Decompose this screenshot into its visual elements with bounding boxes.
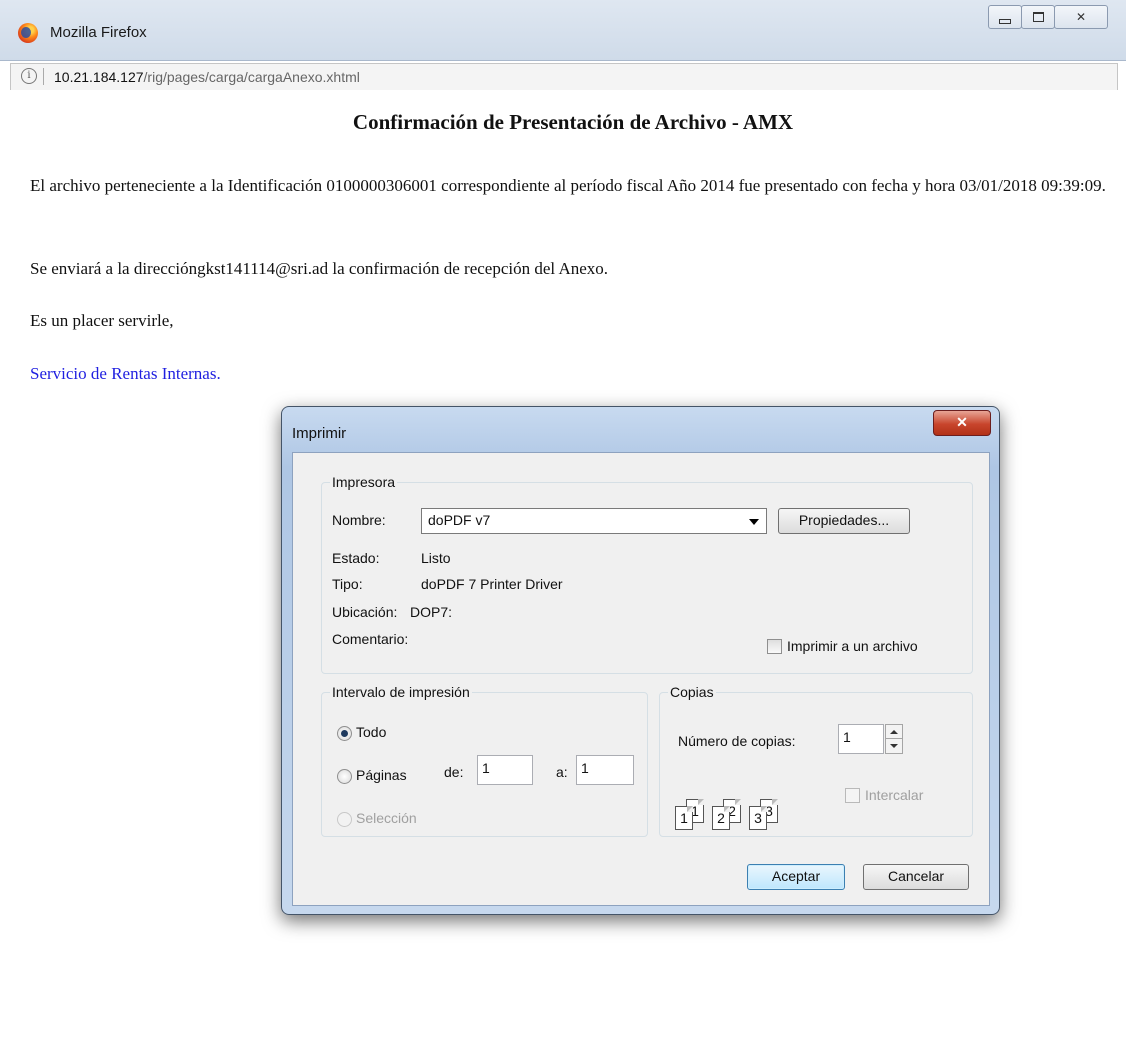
window-controls: ✕ [988, 5, 1108, 31]
collate-page-icon: 1 [675, 806, 693, 830]
location-label: Ubicación: [332, 604, 398, 620]
print-to-file-checkbox[interactable] [767, 639, 782, 654]
status-value: Listo [421, 550, 451, 566]
print-range-group-label: Intervalo de impresión [330, 684, 472, 700]
selection-radio[interactable] [337, 812, 352, 827]
url-host: 10.21.184.127 [54, 69, 144, 85]
ok-button[interactable]: Aceptar [747, 864, 845, 890]
dialog-title: Imprimir [292, 425, 347, 442]
minimize-button[interactable] [988, 5, 1022, 29]
close-window-button[interactable]: ✕ [1054, 5, 1108, 29]
print-dialog: Imprimir ✕ Impresora Nombre: doPDF v7 Pr… [281, 406, 1000, 915]
firefox-window: Mozilla Firefox ✕ i 10.21.184.127/rig/pa… [0, 0, 1126, 1057]
from-label: de: [444, 764, 464, 780]
selection-label: Selección [356, 810, 417, 826]
status-label: Estado: [332, 550, 380, 566]
chevron-down-icon [749, 519, 759, 525]
copies-count-input[interactable]: 1 [838, 724, 884, 754]
pages-radio[interactable] [337, 769, 352, 784]
address-separator [43, 68, 44, 85]
printer-name-label: Nombre: [332, 512, 386, 528]
firefox-logo-icon [18, 23, 38, 43]
signature-text: Servicio de Rentas Internas. [30, 364, 221, 383]
copies-group-label: Copias [668, 684, 716, 700]
spin-divider [886, 738, 902, 739]
from-page-input[interactable]: 1 [477, 755, 533, 785]
location-value: DOP7: [410, 604, 453, 620]
collate-checkbox[interactable] [845, 788, 860, 803]
collate-pages-icon: 1 1 2 2 3 3 [675, 799, 825, 856]
printer-select-value: doPDF v7 [428, 512, 491, 528]
close-icon: ✕ [1075, 10, 1087, 24]
url-text[interactable]: 10.21.184.127/rig/pages/carga/cargaAnexo… [54, 69, 360, 85]
minimize-icon [999, 18, 1011, 24]
to-label: a: [556, 764, 568, 780]
to-page-input[interactable]: 1 [576, 755, 634, 785]
all-pages-label[interactable]: Todo [356, 724, 386, 740]
window-titlebar[interactable]: Mozilla Firefox ✕ [0, 0, 1126, 61]
type-label: Tipo: [332, 576, 363, 592]
comment-label: Comentario: [332, 631, 409, 647]
copies-count-value: 1 [843, 729, 851, 745]
page-title: Confirmación de Presentación de Archivo … [352, 110, 794, 134]
confirmation-paragraph: El archivo perteneciente a la Identifica… [30, 176, 1106, 195]
from-page-value: 1 [482, 760, 490, 776]
copies-spinner[interactable] [885, 724, 903, 754]
pages-label[interactable]: Páginas [356, 767, 407, 783]
url-path: /rig/pages/carga/cargaAnexo.xhtml [143, 69, 360, 85]
maximize-button[interactable] [1021, 5, 1055, 29]
address-bar[interactable]: i 10.21.184.127/rig/pages/carga/cargaAne… [10, 63, 1118, 91]
cancel-button[interactable]: Cancelar [863, 864, 969, 890]
dialog-body: Impresora Nombre: doPDF v7 Propiedades..… [292, 452, 990, 906]
dialog-close-button[interactable]: ✕ [933, 410, 991, 436]
properties-button[interactable]: Propiedades... [778, 508, 910, 534]
collate-page-icon: 2 [712, 806, 730, 830]
spin-up-icon[interactable] [890, 730, 898, 734]
spin-down-icon[interactable] [890, 744, 898, 748]
maximize-icon [1032, 12, 1044, 22]
all-pages-radio[interactable] [337, 726, 352, 741]
email-paragraph: Se enviará a la direccióngkst141114@sri.… [30, 259, 609, 278]
printer-select[interactable]: doPDF v7 [421, 508, 767, 534]
close-icon: ✕ [956, 414, 968, 430]
closing-paragraph: Es un placer servirle, [30, 311, 174, 330]
print-to-file-label[interactable]: Imprimir a un archivo [787, 638, 918, 654]
printer-group-label: Impresora [330, 474, 398, 490]
copies-count-label: Número de copias: [678, 733, 796, 749]
to-page-value: 1 [581, 760, 589, 776]
collate-page-icon: 3 [749, 806, 767, 830]
type-value: doPDF 7 Printer Driver [421, 576, 563, 592]
collate-label: Intercalar [865, 787, 924, 803]
site-info-icon[interactable]: i [21, 68, 37, 84]
window-title: Mozilla Firefox [50, 24, 147, 41]
